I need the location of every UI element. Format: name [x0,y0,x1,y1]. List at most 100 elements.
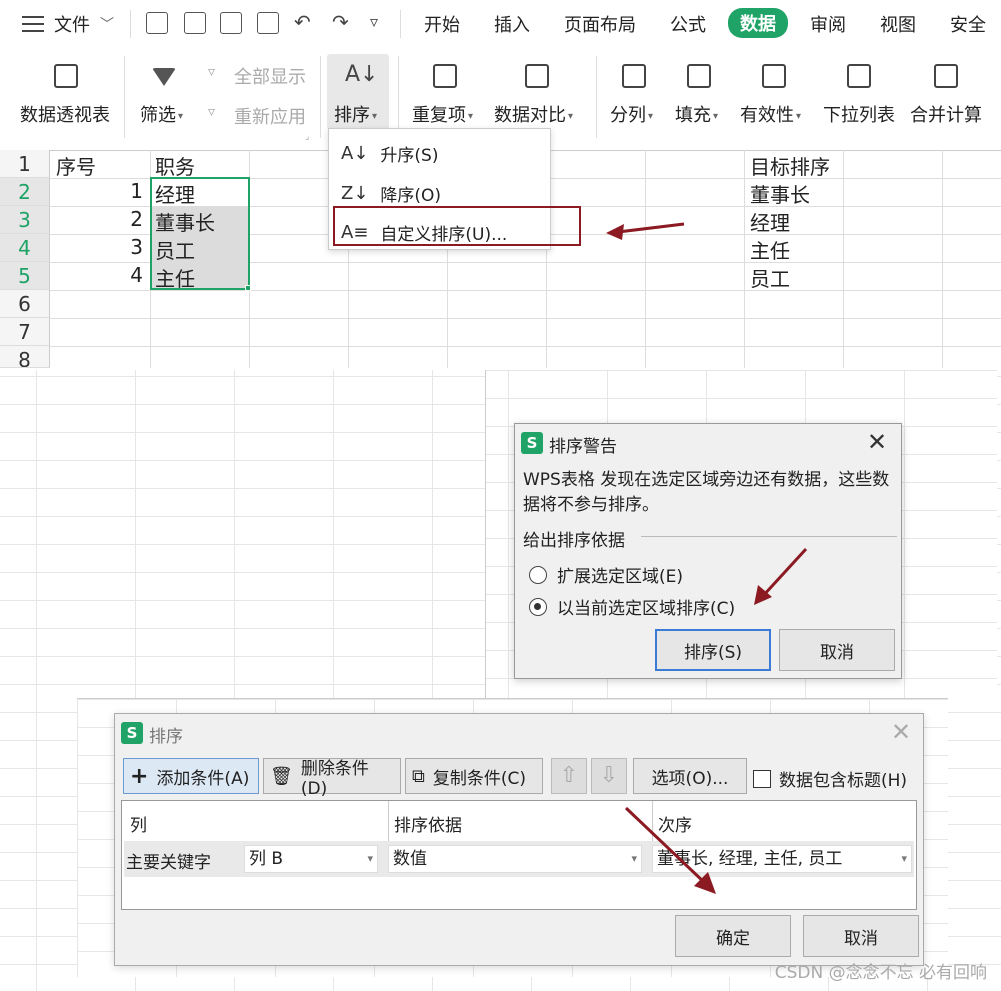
divider [388,801,389,841]
tab-security[interactable]: 安全 [950,11,986,37]
validity-label: 有效性 [740,105,794,126]
row-header[interactable]: 1 [0,150,50,178]
radio-expand-selection[interactable]: 扩展选定区域(E) [529,562,683,587]
ok-button[interactable]: 确定 [675,915,791,957]
add-condition-button[interactable]: + 添加条件(A) [123,758,259,794]
dialog-launcher-icon[interactable]: ⌟ [305,132,309,142]
radio-current-selection[interactable]: 以当前选定区域排序(C) [529,594,735,619]
export-icon[interactable] [184,12,206,34]
cell-seq[interactable]: 3 [50,235,146,259]
move-up-button[interactable]: ⇧ [551,758,587,794]
fill-button[interactable]: 填充 ▾ [675,101,718,127]
basis-select[interactable]: 数值 [388,845,642,873]
copy-condition-button[interactable]: ⧉ 复制条件(C) [405,758,543,794]
move-down-button[interactable]: ⇩ [591,758,627,794]
tab-data[interactable]: 数据 [728,8,788,38]
caret-icon: ▾ [372,110,378,122]
dropdown-list-button[interactable]: 下拉列表 [823,101,895,127]
wps-logo-icon: S [121,722,143,744]
tab-page-layout[interactable]: 页面布局 [564,11,636,37]
redo-icon[interactable]: ↷ [332,10,349,34]
compare-icon [525,64,549,88]
fill-handle[interactable] [245,285,251,291]
show-all-button[interactable]: 全部显示 [234,63,306,89]
row-header[interactable]: 6 [0,290,50,318]
tab-view[interactable]: 视图 [880,11,916,37]
cell-header-seq[interactable]: 序号 [56,151,96,180]
watermark: CSDN @念念不忘 必有回响 [774,963,987,983]
divider [130,10,131,38]
validity-icon [762,64,786,88]
duplicates-button[interactable]: 重复项 ▾ [412,101,473,127]
sort-warning-dialog: S 排序警告 ✕ WPS表格 发现在选定区域旁边还有数据，这些数据将不参与排序。… [514,423,902,679]
annotation-arrow [606,222,685,240]
split-label: 分列 [610,105,646,126]
selection-box [150,177,250,290]
wps-logo-icon: S [521,432,543,454]
cell-seq[interactable]: 4 [50,263,146,287]
reapply-button[interactable]: 重新应用 [234,103,306,129]
tab-home[interactable]: 开始 [424,11,460,37]
sort-button[interactable]: 排序 ▾ [334,101,377,127]
cell-target[interactable]: 董事长 [750,179,810,208]
cell-target[interactable]: 主任 [750,235,790,264]
customize-toolbar-icon[interactable]: ▿ [370,12,378,31]
row-header[interactable]: 5 [0,262,50,290]
divider [320,56,321,138]
filter-button[interactable]: 筛选 ▾ [140,101,183,127]
cell-target[interactable]: 经理 [750,207,790,236]
close-icon[interactable]: ✕ [891,720,911,744]
annotation-arrow [754,547,808,605]
delete-condition-button[interactable]: 🗑 删除条件(D) [263,758,401,799]
has-header-checkbox[interactable]: 数据包含标题(H) [753,766,907,791]
plus-icon: + [130,763,149,789]
row-header[interactable]: 4 [0,234,50,262]
validity-button[interactable]: 有效性 ▾ [740,101,801,127]
options-button[interactable]: 选项(O)... [633,758,747,794]
cell-target[interactable]: 员工 [750,263,790,292]
print-icon[interactable] [220,12,242,34]
print-preview-icon[interactable] [257,12,279,34]
file-menu[interactable]: 文件 ﹀ [22,11,114,37]
cell-header-title[interactable]: 职务 [155,151,195,180]
menu-item-ascending[interactable]: A↓ 升序(S) [341,141,438,166]
radio-label: 扩展选定区域(E) [557,567,684,587]
cancel-button[interactable]: 取消 [779,629,895,671]
gridline [50,318,1001,319]
pivot-table-icon [54,64,78,88]
tab-insert[interactable]: 插入 [494,11,530,37]
cancel-button[interactable]: 取消 [803,915,919,957]
tab-review[interactable]: 审阅 [810,11,846,37]
consolidate-button[interactable]: 合并计算 [910,101,982,127]
group-label: 给出排序依据 [523,531,625,551]
split-button[interactable]: 分列 ▾ [610,101,653,127]
undo-icon[interactable]: ↶ [294,10,311,34]
cell-seq[interactable]: 2 [50,207,146,231]
gridline [942,150,943,368]
pivot-table-button[interactable]: 数据透视表 [20,101,110,127]
cell-header-target[interactable]: 目标排序 [750,151,830,180]
column-header: 排序依据 [394,816,462,836]
row-header[interactable]: 2 [0,178,50,206]
tab-formulas[interactable]: 公式 [670,11,706,37]
dropdown-list-icon [847,64,871,88]
annotation-arrow [624,806,716,894]
file-menu-label: 文件 [54,15,90,36]
compare-button[interactable]: 数据对比 ▾ [494,101,573,127]
reapply-icon: ▿ [208,104,216,120]
column-select[interactable]: 列 B [244,845,378,873]
cell-seq[interactable]: 1 [50,179,146,203]
divider [124,56,125,138]
hamburger-icon [22,16,44,32]
menu-item-descending[interactable]: Z↓ 降序(O) [341,181,441,206]
row-header[interactable]: 3 [0,206,50,234]
sort-label: 排序 [334,105,370,126]
row-header[interactable]: 8 [0,346,50,368]
save-icon[interactable] [146,12,168,34]
sort-confirm-button[interactable]: 排序(S) [655,629,771,671]
row-header[interactable]: 7 [0,318,50,346]
sort-icon: A↓ [345,62,379,87]
caret-icon: ▾ [796,110,802,122]
gridline [843,150,844,368]
close-icon[interactable]: ✕ [867,430,887,454]
